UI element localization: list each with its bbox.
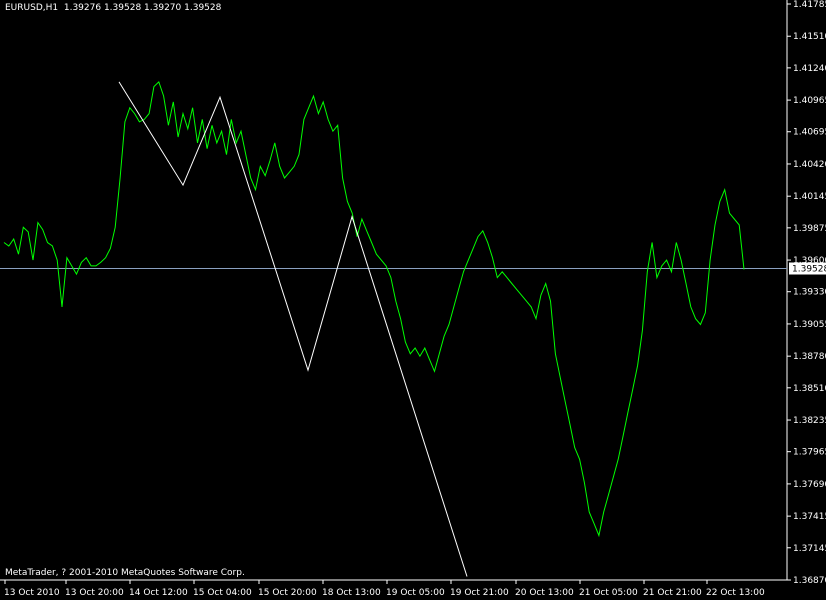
time-tick-label: 15 Oct 04:00 [193,588,252,598]
price-tick-label: 1.40420 [793,160,826,170]
time-tick-label: 20 Oct 13:00 [515,588,574,598]
price-tick-label: 1.37965 [793,448,826,458]
time-tick-label: 13 Oct 20:00 [65,588,124,598]
price-tick-label: 1.38235 [793,416,826,426]
price-tick-label: 1.38510 [793,384,826,394]
time-tick-label: 14 Oct 12:00 [129,588,188,598]
price-tick-label: 1.37690 [793,480,826,490]
price-tick-label: 1.38780 [793,352,826,362]
price-line [3,80,745,538]
time-tick-label: 21 Oct 21:00 [643,588,702,598]
time-tick-label: 21 Oct 05:00 [579,588,638,598]
price-chart[interactable]: 1.41785 1.41510 1.41240 1.40965 1.40695 1.404… [0,0,826,600]
price-tick-label: 1.37145 [793,544,826,554]
price-tick-label: 1.39330 [793,288,826,298]
time-tick-label: 19 Oct 05:00 [386,588,445,598]
price-tick-label: 1.39055 [793,320,826,330]
chart-window[interactable]: EURUSD,H1 1.39276 1.39528 1.39270 1.3952… [0,0,826,600]
price-tick-label: 1.40695 [793,128,826,138]
copyright-label: MetaTrader, ? 2001-2010 MetaQuotes Softw… [5,568,245,578]
time-tick-label: 13 Oct 2010 [4,588,60,598]
price-tick-label: 1.36870 [793,576,826,586]
price-tick-label: 1.40145 [793,192,826,202]
time-tick-label: 22 Oct 13:00 [706,588,765,598]
price-tick-label: 1.41785 [793,0,826,10]
zigzag-line [118,81,468,577]
time-tick-label: 18 Oct 13:00 [322,588,381,598]
time-tick-label: 15 Oct 20:00 [258,588,317,598]
price-tick-label: 1.40965 [793,96,826,106]
price-tick-label: 1.41510 [793,32,826,42]
price-tick-label: 1.41240 [793,64,826,74]
bid-price-label: 1.39528 [792,265,826,275]
time-tick-label: 19 Oct 21:00 [450,588,509,598]
price-tick-label: 1.39875 [793,224,826,234]
price-tick-label: 1.37415 [793,512,826,522]
